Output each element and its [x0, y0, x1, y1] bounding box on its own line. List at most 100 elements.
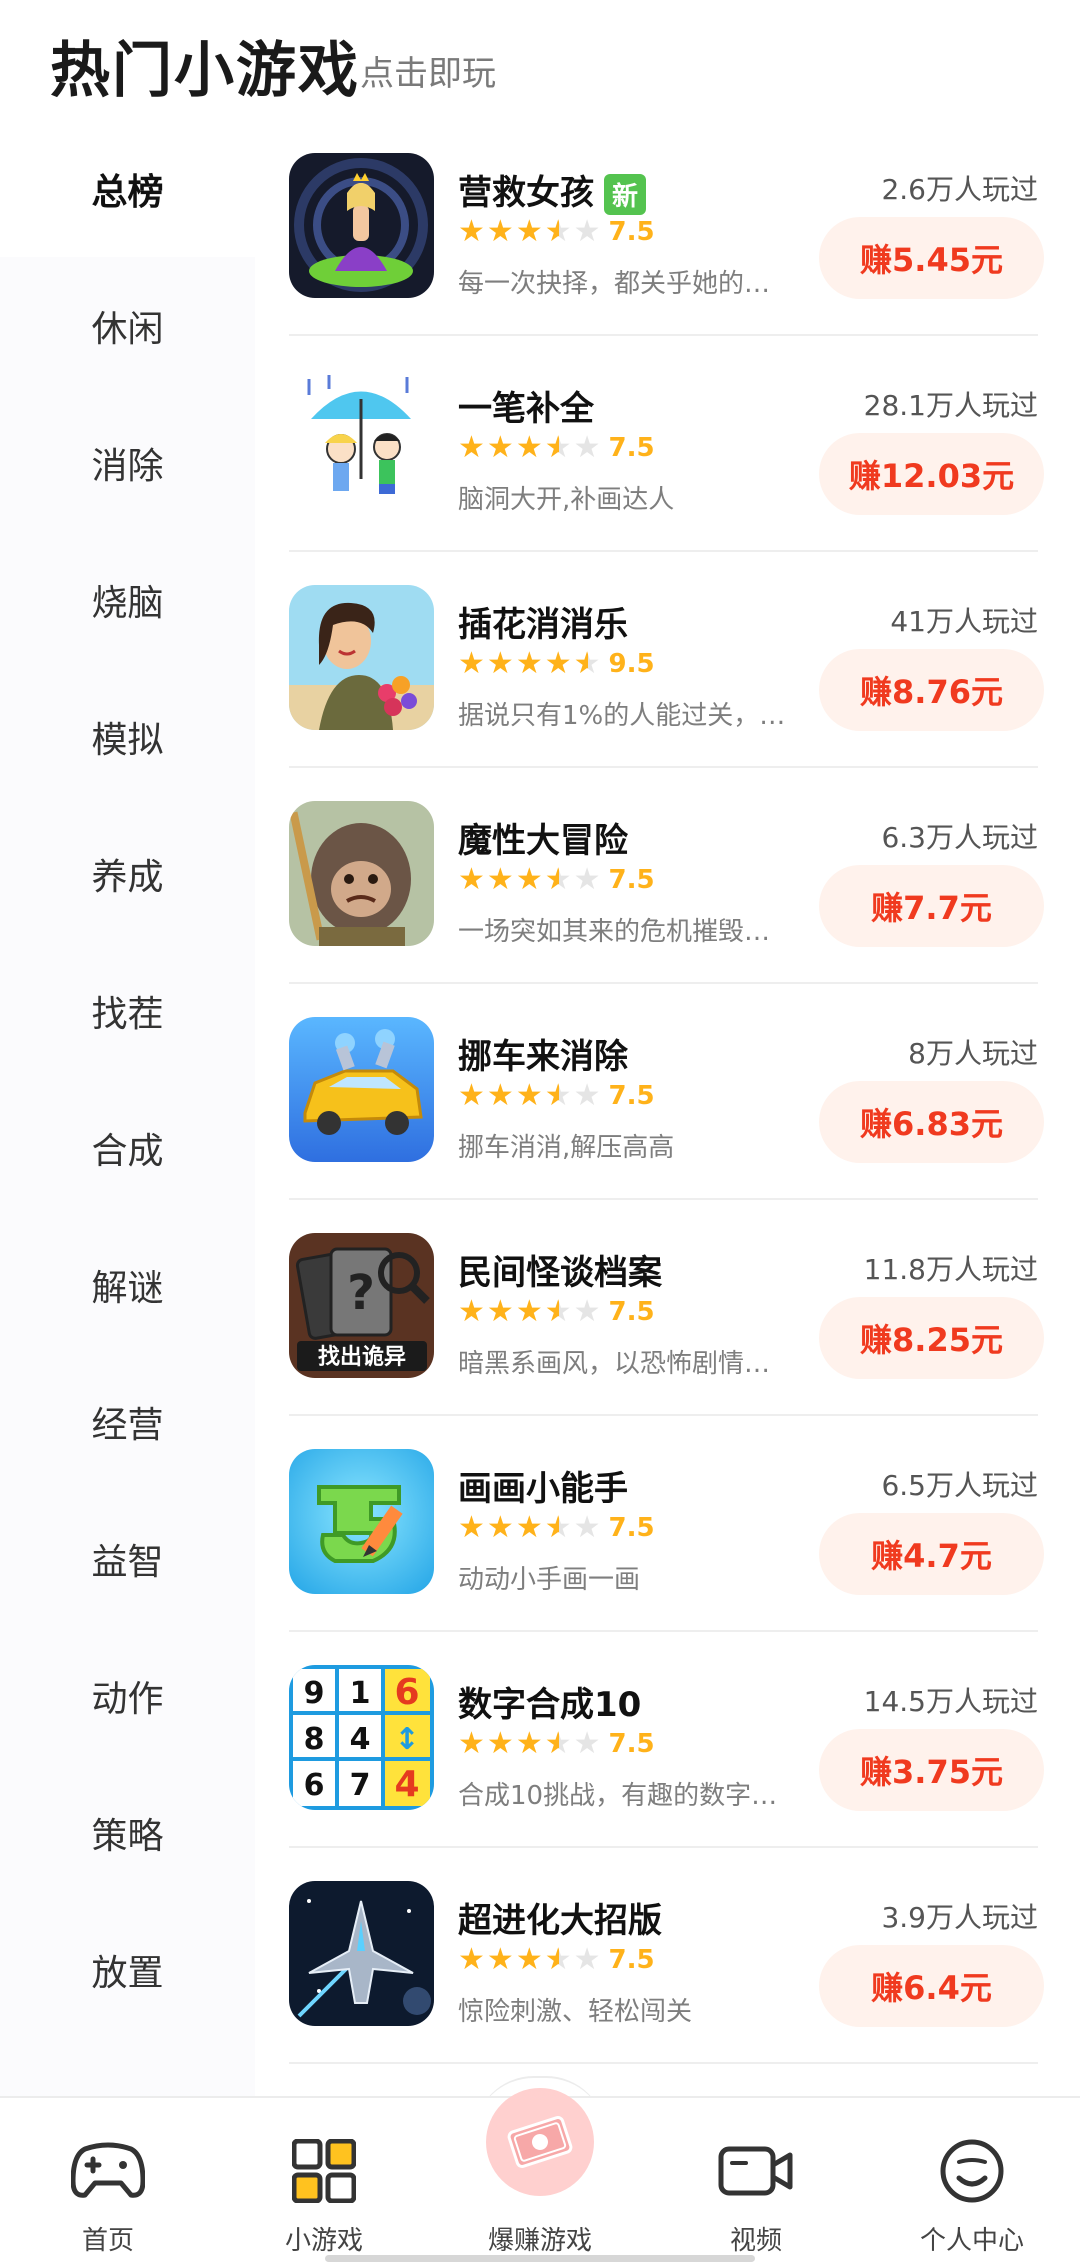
sidebar-item-total[interactable]: 总榜	[0, 120, 255, 257]
earn-button[interactable]: 赚5.45元	[819, 217, 1044, 299]
star-full-icon: ★	[515, 646, 543, 681]
earn-button[interactable]: 赚6.4元	[819, 1945, 1044, 2027]
sidebar-item-educational[interactable]: 益智	[0, 1490, 255, 1627]
star-full-icon: ★	[544, 646, 572, 681]
star-rating: ★ ★ ★ ★ ★ 7.5	[458, 1511, 655, 1545]
star-half-icon: ★	[544, 1510, 572, 1545]
rating-score: 7.5	[608, 1297, 655, 1327]
grid-digit: 7	[350, 1768, 371, 1803]
game-name: 营救女孩	[458, 173, 594, 213]
money-icon[interactable]	[486, 2088, 594, 2196]
earn-button[interactable]: 赚6.83元	[819, 1081, 1044, 1163]
sidebar-item-spot-difference[interactable]: 找茬	[0, 942, 255, 1079]
star-half-icon: ★	[544, 1294, 572, 1329]
grid-digit: 9	[304, 1676, 325, 1711]
game-row[interactable]: 魔性大冒险 ★ ★ ★ ★ ★ 7.5 一场突如其来的危机摧毁了 … 6.3万人玩过 赚…	[255, 768, 1080, 984]
earn-button[interactable]: 赚4.7元	[819, 1513, 1044, 1595]
game-row[interactable]: ? 找出诡异 民间怪谈档案 ★ ★ ★ ★ ★ 7.5 暗黑系画风，以恐怖剧情为 … 1…	[255, 1200, 1080, 1416]
earn-button[interactable]: 赚8.25元	[819, 1297, 1044, 1379]
star-empty-icon: ★	[573, 1078, 601, 1113]
tab-label: 视频	[729, 2226, 782, 2256]
flower-lady-icon[interactable]	[289, 585, 434, 730]
gamepad-icon	[68, 2136, 148, 2206]
sidebar-item-brain[interactable]: 烧脑	[0, 531, 255, 668]
game-row[interactable]: 超进化大招版 ★ ★ ★ ★ ★ 7.5 惊险刺激、轻松闯关 3.9万人玩过 赚6.4元	[255, 1848, 1080, 2064]
game-description: 动动小手画一画	[458, 1565, 641, 1595]
star-half-icon: ★	[544, 214, 572, 249]
game-row[interactable]: 画画小能手 ★ ★ ★ ★ ★ 7.5 动动小手画一画 6.5万人玩过 赚4.7元	[255, 1416, 1080, 1632]
sidebar-item-strategy[interactable]: 策略	[0, 1764, 255, 1901]
earn-button[interactable]: 赚12.03元	[819, 433, 1044, 515]
star-full-icon: ★	[515, 214, 543, 249]
page-header: 热门小游戏 点击即玩	[0, 0, 1080, 120]
grid-digit: 8	[304, 1722, 325, 1757]
svg-text:?: ?	[347, 1265, 375, 1321]
play-count: 3.9万人玩过	[881, 1901, 1038, 1934]
star-empty-icon: ★	[573, 1726, 601, 1761]
star-full-icon: ★	[515, 1510, 543, 1545]
game-row[interactable]: 插花消消乐 ★ ★ ★ ★ ★ 9.5 据说只有1%的人能过关， 是 … 41万人玩过 …	[255, 552, 1080, 768]
star-half-icon: ★	[544, 1942, 572, 1977]
monkey-icon[interactable]	[289, 801, 434, 946]
game-name: 民间怪谈档案	[458, 1253, 662, 1293]
star-full-icon: ★	[515, 430, 543, 465]
earn-button[interactable]: 赚3.75元	[819, 1729, 1044, 1811]
sidebar-item-action[interactable]: 动作	[0, 1627, 255, 1764]
sidebar-item-casual[interactable]: 休闲	[0, 257, 255, 394]
rating-score: 7.5	[608, 1945, 655, 1975]
game-description: 暗黑系画风，以恐怖剧情为 …	[458, 1349, 793, 1379]
tab-home[interactable]: 首页	[0, 2098, 216, 2266]
star-half-icon: ★	[544, 1078, 572, 1113]
rating-score: 7.5	[608, 1081, 655, 1111]
mystery-cards-icon[interactable]: ? 找出诡异	[289, 1233, 434, 1378]
game-row[interactable]: 挪车来消除 ★ ★ ★ ★ ★ 7.5 挪车消消,解压高高 8万人玩过 赚6.83元	[255, 984, 1080, 1200]
earn-button[interactable]: 赚8.76元	[819, 649, 1044, 731]
game-row[interactable]: 9 1 6 8 4 ↕ 6 7 4 数字合成10 ★ ★ ★ ★ ★ 7.5 合成10挑…	[255, 1632, 1080, 1848]
sidebar-item-management[interactable]: 经营	[0, 1353, 255, 1490]
game-row[interactable]: 一笔补全 ★ ★ ★ ★ ★ 7.5 脑洞大开,补画达人 28.1万人玩过 赚12.03…	[255, 336, 1080, 552]
play-count: 6.3万人玩过	[881, 821, 1038, 854]
sidebar-item-simulation[interactable]: 模拟	[0, 668, 255, 805]
sidebar-item-merge[interactable]: 合成	[0, 1079, 255, 1216]
tab-video[interactable]: 视频	[648, 2098, 864, 2266]
star-full-icon: ★	[458, 214, 485, 249]
umbrella-kids-icon[interactable]	[289, 369, 434, 514]
star-full-icon: ★	[486, 430, 514, 465]
star-full-icon: ★	[458, 1294, 485, 1329]
number-grid-icon[interactable]: 9 1 6 8 4 ↕ 6 7 4	[289, 1665, 434, 1810]
game-name: 超进化大招版	[458, 1901, 662, 1941]
tab-label: 爆赚游戏	[487, 2226, 592, 2256]
star-empty-icon: ★	[573, 1294, 601, 1329]
star-full-icon: ★	[515, 1294, 543, 1329]
star-full-icon: ★	[458, 862, 485, 897]
star-full-icon: ★	[458, 646, 485, 681]
sidebar-item-idle[interactable]: 放置	[0, 1901, 255, 2038]
tab-profile[interactable]: 个人中心	[864, 2098, 1080, 2266]
earn-button[interactable]: 赚7.7元	[819, 865, 1044, 947]
sidebar-item-nurture[interactable]: 养成	[0, 805, 255, 942]
play-count: 41万人玩过	[890, 605, 1038, 638]
play-count: 11.8万人玩过	[863, 1253, 1038, 1286]
draw-pencil-icon[interactable]	[289, 1449, 434, 1594]
star-full-icon: ★	[515, 1942, 543, 1977]
spaceship-icon[interactable]	[289, 1881, 434, 2026]
tab-mini-games[interactable]: 小游戏	[216, 2098, 432, 2266]
star-rating: ★ ★ ★ ★ ★ 7.5	[458, 215, 655, 249]
grid-digit: 4	[350, 1722, 371, 1757]
star-rating: ★ ★ ★ ★ ★ 7.5	[458, 1943, 655, 1977]
princess-icon[interactable]	[289, 153, 434, 298]
star-full-icon: ★	[458, 1510, 485, 1545]
rating-score: 7.5	[608, 433, 655, 463]
yellow-car-icon[interactable]	[289, 1017, 434, 1162]
video-camera-icon	[716, 2136, 796, 2206]
game-row[interactable]: 营救女孩新 ★ ★ ★ ★ ★ 7.5 每一次抉择，都关乎她的命 … 2.6万人玩过 赚…	[255, 120, 1080, 336]
grid-digit: 6	[394, 1672, 419, 1713]
sidebar-item-match[interactable]: 消除	[0, 394, 255, 531]
category-sidebar: 总榜 休闲 消除 烧脑 模拟 养成 找茬 合成 解谜 经营 益智 动作 策略 放…	[0, 120, 255, 2100]
page-title: 热门小游戏	[50, 36, 360, 106]
play-count: 8万人玩过	[908, 1037, 1038, 1070]
play-count: 14.5万人玩过	[863, 1685, 1038, 1718]
sidebar-item-puzzle[interactable]: 解谜	[0, 1216, 255, 1353]
game-description: 挪车消消,解压高高	[458, 1133, 675, 1163]
star-full-icon: ★	[458, 1078, 485, 1113]
